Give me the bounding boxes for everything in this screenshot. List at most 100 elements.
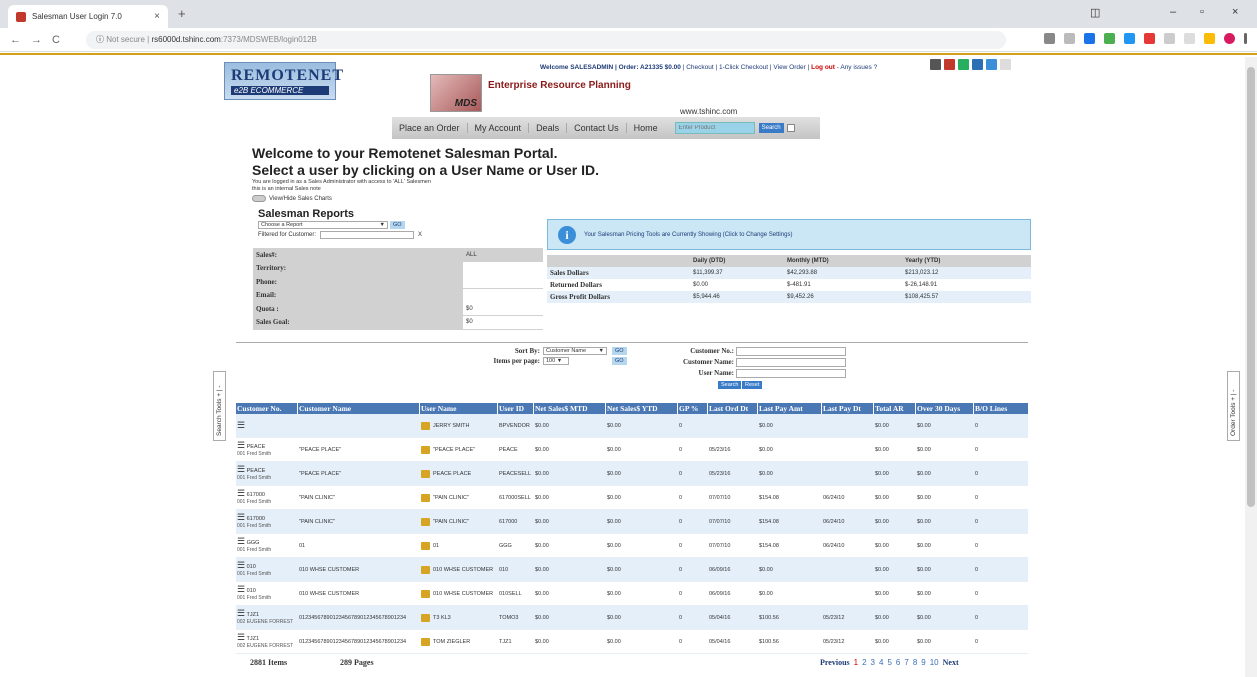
user-login-icon[interactable] <box>421 493 430 502</box>
page-link[interactable]: 5 <box>887 658 891 667</box>
forward-icon[interactable]: → <box>31 34 42 46</box>
report-go-button[interactable]: GO <box>390 221 405 229</box>
cell-user-id[interactable]: PEACESELL <box>498 471 534 477</box>
table-row[interactable]: ☰ TJZ1 002 EUGENE FORREST 0123456789012345… <box>236 606 1028 630</box>
sort-by-select[interactable]: Customer Name ▼ <box>543 347 607 355</box>
col-bo-lines[interactable]: B/O Lines <box>974 403 1028 414</box>
col-customer-name[interactable]: Customer Name <box>298 403 420 414</box>
user-login-icon[interactable] <box>421 637 430 646</box>
col-net-sales-ytd[interactable]: Net Sales$ YTD <box>606 403 678 414</box>
maximize-button[interactable]: ▫ <box>1200 6 1204 18</box>
col-last-pay-amt[interactable]: Last Pay Amt <box>758 403 822 414</box>
customer-no-input[interactable] <box>736 347 846 356</box>
user-name-link[interactable]: 010 WHSE CUSTOMER <box>433 567 493 573</box>
filter-reset-button[interactable]: Reset <box>742 381 763 389</box>
nav-deals[interactable]: Deals <box>529 123 568 133</box>
sort-go-button[interactable]: GO <box>612 347 627 355</box>
cell-user-id[interactable]: BPVENDOR <box>498 423 534 429</box>
customer-select-icon[interactable]: ☰ <box>237 421 245 430</box>
page-link[interactable]: 8 <box>913 658 917 667</box>
customer-no[interactable]: TJZ1 <box>247 612 260 618</box>
extension-icon[interactable] <box>1124 33 1135 44</box>
page-link[interactable]: 3 <box>871 658 875 667</box>
customer-no[interactable]: 617000 <box>247 516 265 522</box>
cell-user-name[interactable]: PEACE PLACE <box>420 469 498 478</box>
monitor-icon[interactable] <box>972 59 983 70</box>
user-name-link[interactable]: 01 <box>433 543 439 549</box>
user-name-link[interactable]: JERRY SMITH <box>433 423 469 429</box>
customer-no[interactable]: PEACE <box>247 444 266 450</box>
pricing-tools-message[interactable]: i Your Salesman Pricing Tools are Curren… <box>547 219 1031 250</box>
report-select[interactable]: Choose a Report ▼ <box>258 221 388 229</box>
filter-customer-input[interactable] <box>320 231 415 239</box>
sales-charts-toggle[interactable]: View/Hide Sales Charts <box>252 195 332 202</box>
document-icon[interactable] <box>986 59 997 70</box>
cell-customer-no[interactable]: ☰ TJZ1 002 EUGENE FORREST <box>236 633 298 650</box>
col-over-30[interactable]: Over 30 Days <box>916 403 974 414</box>
extension-icon[interactable] <box>1204 33 1215 44</box>
reload-icon[interactable]: C <box>52 34 60 46</box>
extension-icon[interactable] <box>1104 33 1115 44</box>
page-link[interactable]: 7 <box>904 658 908 667</box>
minimize-button[interactable]: – <box>1170 6 1176 18</box>
excel-icon[interactable] <box>958 59 969 70</box>
cell-user-name[interactable]: "PAIN CLINIC" <box>420 493 498 502</box>
search-tools-tab[interactable]: Search Tools + | - <box>213 371 226 441</box>
col-net-sales-mtd[interactable]: Net Sales$ MTD <box>534 403 606 414</box>
nav-my-account[interactable]: My Account <box>468 123 530 133</box>
printer-icon[interactable] <box>930 59 941 70</box>
extension-icon[interactable] <box>1184 33 1195 44</box>
user-login-icon[interactable] <box>421 517 430 526</box>
user-login-icon[interactable] <box>421 565 430 574</box>
col-user-id[interactable]: User ID <box>498 403 534 414</box>
welcome-order[interactable]: Welcome SALESADMIN | Order: A21335 $0.00 <box>540 64 681 71</box>
search-checkbox[interactable] <box>786 124 795 132</box>
cell-user-id[interactable]: GGG <box>498 543 534 549</box>
customer-select-icon[interactable]: ☰ <box>237 489 245 498</box>
table-row[interactable]: ☰ 617000 001 Fred Smith "PAIN CLINIC" "PAIN… <box>236 510 1028 534</box>
user-name-link[interactable]: "PAIN CLINIC" <box>433 519 469 525</box>
customer-select-icon[interactable]: ☰ <box>237 537 245 546</box>
site-url[interactable]: www.tshinc.com <box>680 107 737 116</box>
extension-icon[interactable] <box>1084 33 1095 44</box>
product-search-button[interactable]: Search <box>758 123 784 133</box>
tab-close-icon[interactable]: × <box>154 11 160 22</box>
cell-user-id[interactable]: TJZ1 <box>498 639 534 645</box>
cell-customer-no[interactable]: ☰ <box>236 421 298 431</box>
cell-user-id[interactable]: TOMO3 <box>498 615 534 621</box>
table-row[interactable]: ☰ 010 001 Fred Smith 010 WHSE CUSTOMER 010 … <box>236 582 1028 606</box>
col-last-pay-dt[interactable]: Last Pay Dt <box>822 403 874 414</box>
filter-search-button[interactable]: Search <box>718 381 742 389</box>
order-tools-tab[interactable]: Order Tools + | - <box>1227 371 1240 441</box>
nav-home[interactable]: Home <box>627 123 665 133</box>
cell-user-name[interactable]: 01 <box>420 541 498 550</box>
cell-user-name[interactable]: 010 WHSE CUSTOMER <box>420 589 498 598</box>
info-icon[interactable]: ⓘ <box>96 35 104 44</box>
product-search-input[interactable] <box>674 122 755 134</box>
help-icon[interactable] <box>1000 59 1011 70</box>
next-link[interactable]: Next <box>943 658 959 667</box>
customer-select-icon[interactable]: ☰ <box>237 609 245 618</box>
new-tab-button[interactable]: + <box>178 6 186 21</box>
cell-user-name[interactable]: "PAIN CLINIC" <box>420 517 498 526</box>
cell-user-id[interactable]: 010SELL <box>498 591 534 597</box>
browser-tab[interactable]: Salesman User Login 7.0 × <box>8 5 168 28</box>
restore-icon[interactable]: ◫ <box>1090 6 1100 19</box>
cell-customer-no[interactable]: ☰ PEACE 001 Fred Smith <box>236 441 298 458</box>
cell-user-name[interactable]: T3 KL3 <box>420 613 498 622</box>
table-row[interactable]: ☰ TJZ1 002 EUGENE FORREST 0123456789012345… <box>236 630 1028 654</box>
menu-icon[interactable] <box>1244 33 1247 44</box>
col-customer-no[interactable]: Customer No. <box>236 403 298 414</box>
cell-user-name[interactable]: JERRY SMITH <box>420 421 498 430</box>
table-row[interactable]: ☰ JERRY SMITH BPVENDOR $0.00 $0.00 0 $0.00 $0.… <box>236 414 1028 438</box>
cell-user-name[interactable]: "PEACE PLACE" <box>420 445 498 454</box>
cell-customer-no[interactable]: ☰ GGG 001 Fred Smith <box>236 537 298 554</box>
customer-select-icon[interactable]: ☰ <box>237 585 245 594</box>
scrollbar-thumb[interactable] <box>1247 67 1255 507</box>
customer-select-icon[interactable]: ☰ <box>237 513 245 522</box>
page-link[interactable]: 2 <box>862 658 866 667</box>
extension-icon[interactable] <box>1164 33 1175 44</box>
customer-no[interactable]: PEACE <box>247 468 266 474</box>
cart-icon[interactable] <box>944 59 955 70</box>
cell-user-id[interactable]: 617000SELL <box>498 495 534 501</box>
